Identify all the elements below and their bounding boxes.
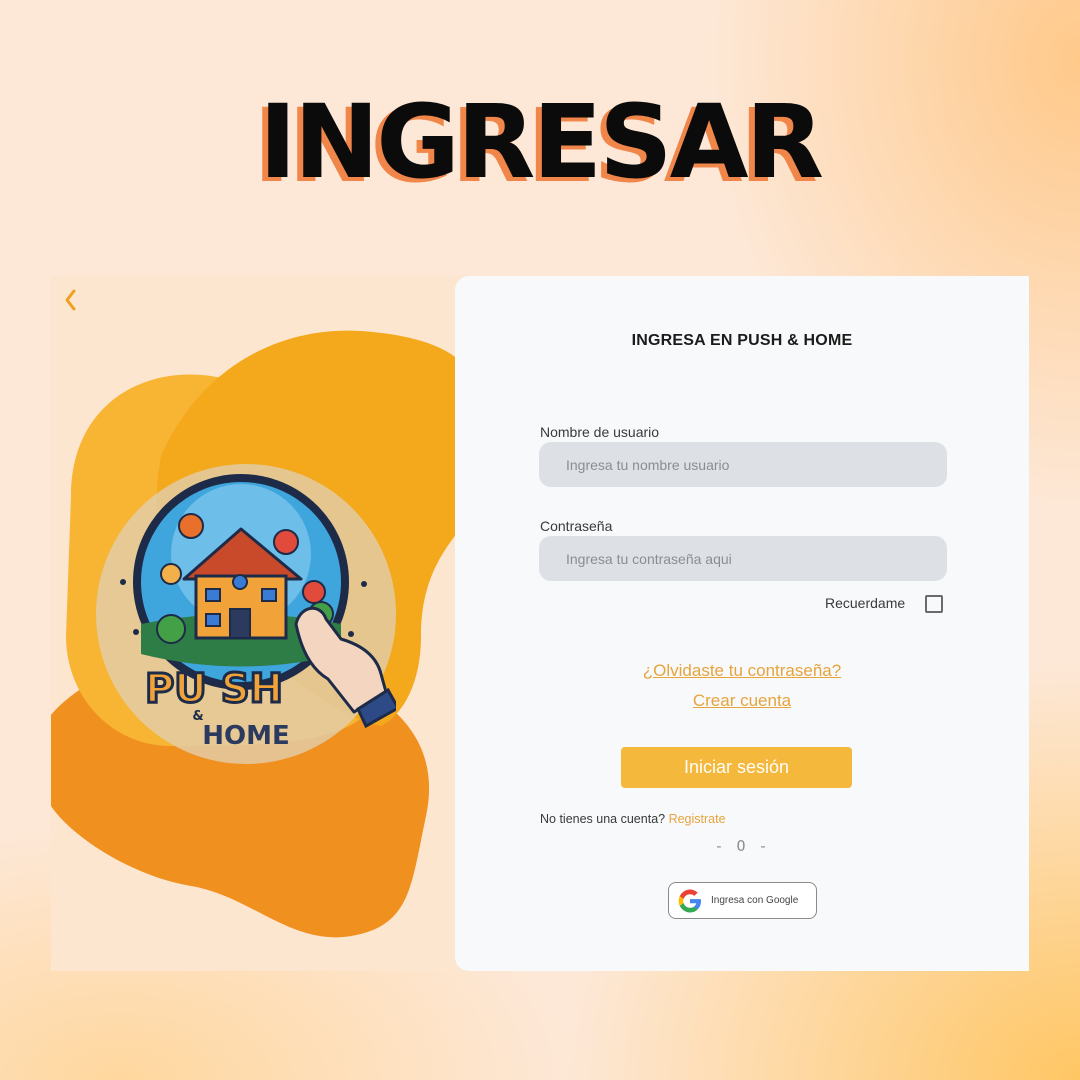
- remember-checkbox[interactable]: [925, 595, 943, 613]
- username-label: Nombre de usuario: [540, 424, 660, 440]
- login-card: INGRESA EN PUSH & HOME Nombre de usuario…: [455, 276, 1029, 971]
- google-icon: [678, 889, 701, 912]
- svg-text:HOME: HOME: [202, 721, 290, 751]
- page-heading: INGRESAR: [258, 83, 824, 202]
- chevron-left-icon: [65, 289, 76, 311]
- password-label: Contraseña: [540, 518, 613, 534]
- login-button[interactable]: Iniciar sesión: [621, 747, 852, 788]
- no-account-row: No tienes una cuenta? Registrate: [540, 812, 726, 826]
- forgot-password-link[interactable]: ¿Olvidaste tu contraseña?: [455, 661, 1029, 681]
- register-link[interactable]: Registrate: [669, 812, 726, 826]
- password-input[interactable]: [539, 536, 947, 581]
- remember-label: Recuerdame: [825, 595, 906, 611]
- or-divider: - O -: [714, 837, 770, 855]
- no-account-text: No tienes una cuenta?: [540, 812, 666, 826]
- card-title: INGRESA EN PUSH & HOME: [631, 332, 853, 349]
- illustration-panel: PU SH & HOME: [51, 276, 471, 971]
- push-and-home-logo: PU SH & HOME: [120, 474, 396, 751]
- back-button[interactable]: [59, 286, 81, 316]
- svg-text:PU SH: PU SH: [145, 666, 283, 712]
- google-button-label: Ingresa con Google: [711, 895, 799, 906]
- username-input[interactable]: [539, 442, 947, 487]
- create-account-link[interactable]: Crear cuenta: [455, 691, 1029, 711]
- google-login-button[interactable]: Ingresa con Google: [668, 882, 817, 919]
